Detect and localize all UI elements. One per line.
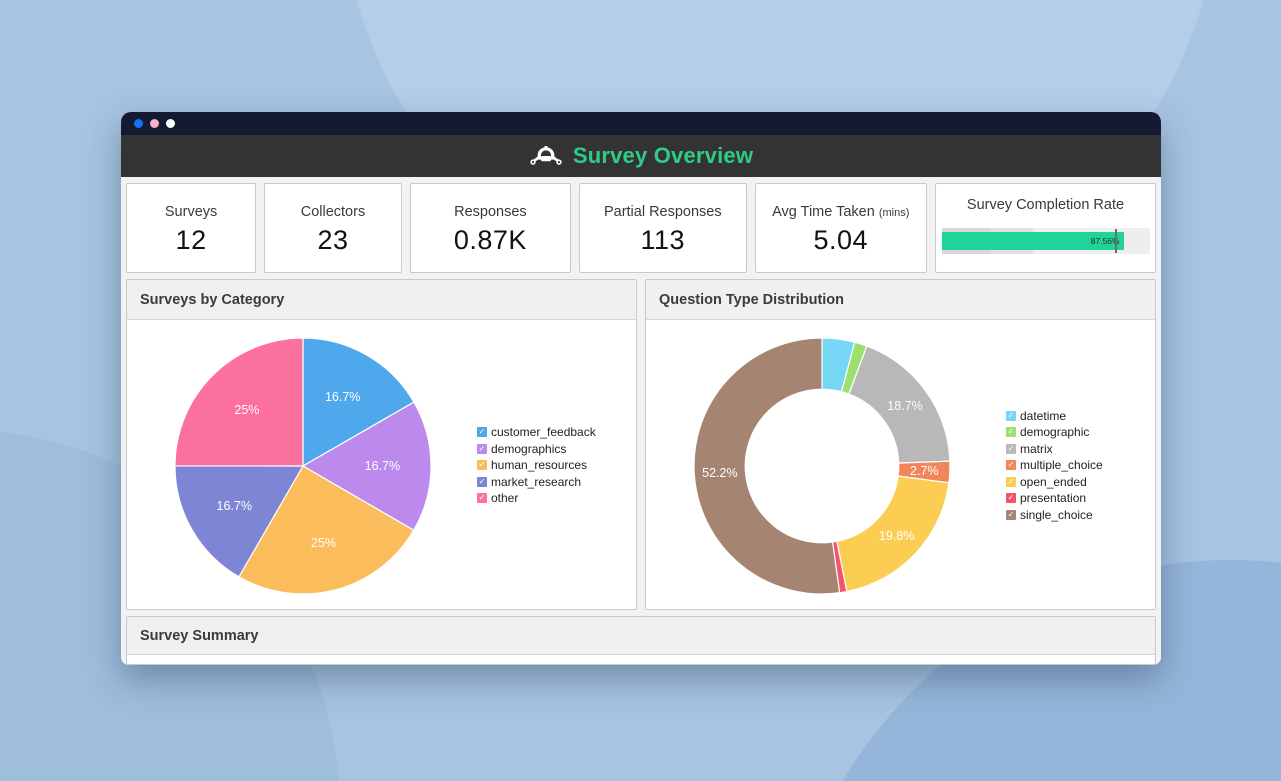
legend-checkbox-swatch-icon[interactable]: ✓ [1006,476,1016,487]
kpi-card-avg-time-taken[interactable]: Avg Time Taken (mins) 5.04 [754,183,927,273]
legend-item[interactable]: ✓ open_ended [1006,473,1103,490]
panel-title-question-type-distribution: Question Type Distribution [659,291,845,308]
legend-item-label: matrix [1020,441,1053,456]
app-header-bar: Survey Overview [121,135,1161,177]
kpi-label-avg-time-taken-text: Avg Time Taken [772,204,875,220]
pie-chart-surveys-by-category[interactable]: 16.7% 16.7% 25% 16.7% 25% [127,320,477,609]
legend-item[interactable]: ✓ market_research [477,473,596,490]
legend-item-label: market_research [491,474,582,489]
kpi-card-surveys[interactable]: Surveys 12 [126,183,257,273]
legend-item[interactable]: ✓ datetime [1006,407,1103,424]
legend-item-label: presentation [1020,491,1087,505]
kpi-card-collectors[interactable]: Collectors 23 [264,183,402,273]
legend-item[interactable]: ✓ demographics [477,440,596,457]
legend-checkbox-swatch-icon[interactable]: ✓ [1006,493,1016,503]
legend-item-label: human_resources [491,458,588,472]
panel-header-surveys-by-category: Surveys by Category [127,280,636,320]
window-control-close-dot[interactable] [134,119,143,128]
chart-panels-row: Surveys by Category 16.7% 16.7% 25% 16.7% 25… [126,279,1156,610]
legend-checkbox-swatch-icon[interactable]: ✓ [477,493,487,503]
legend-checkbox-swatch-icon[interactable]: ✓ [1006,410,1016,421]
legend-checkbox-swatch-icon[interactable]: ✓ [1006,427,1016,437]
kpi-value-collectors: 23 [317,225,349,255]
legend-surveys-by-category: ✓ customer_feedback ✓ demographics ✓ human_re… [477,424,596,507]
window-control-maximize-dot[interactable] [166,119,175,128]
pie-slice[interactable] [836,475,950,593]
panel-body-question-type-distribution: 18.7% 2.7% 19.8% 52.2% ✓ datetime ✓ demographi… [646,320,1155,609]
kpi-label-partial-responses: Partial Responses [603,204,722,220]
legend-item[interactable]: ✓ matrix [1006,440,1103,457]
legend-item-label: customer_feedback [491,425,596,439]
kpi-label-avg-time-taken: Avg Time Taken (mins) [772,204,909,220]
kpi-row: Surveys 12 Collectors 23 Responses 0.87K… [126,183,1156,273]
dashboard-content: Surveys 12 Collectors 23 Responses 0.87K… [121,177,1161,665]
bullet-measure-bar: 87.56% [941,232,1124,250]
legend-checkbox-swatch-icon[interactable]: ✓ [477,460,487,470]
kpi-label-responses: Responses [454,204,527,220]
donut-chart-question-type-distribution[interactable]: 18.7% 2.7% 19.8% 52.2% [646,320,1006,609]
kpi-card-responses[interactable]: Responses 0.87K [409,183,572,273]
completion-rate-value: 87.56% [1090,236,1120,246]
legend-item[interactable]: ✓ human_resources [477,457,596,474]
legend-checkbox-swatch-icon[interactable]: ✓ [1006,509,1016,520]
legend-item[interactable]: ✓ single_choice [1006,506,1103,523]
legend-item-label: other [491,491,519,505]
panel-header-survey-summary: Survey Summary [127,617,1155,655]
legend-checkbox-swatch-icon[interactable]: ✓ [477,443,487,454]
robot-logo-icon [529,145,563,167]
pie-slice[interactable] [174,337,304,467]
legend-item-label: demographic [1020,425,1090,439]
panel-surveys-by-category: Surveys by Category 16.7% 16.7% 25% 16.7% 25… [126,279,637,610]
kpi-value-surveys: 12 [175,225,207,255]
legend-item[interactable]: ✓ presentation [1006,490,1103,507]
pie-slice[interactable] [848,345,951,464]
kpi-card-partial-responses[interactable]: Partial Responses 113 [579,183,747,273]
legend-checkbox-swatch-icon[interactable]: ✓ [477,476,487,487]
panel-survey-summary: Survey Summary [126,616,1156,665]
legend-item-label: demographics [491,441,567,456]
legend-item-label: open_ended [1020,474,1087,489]
kpi-card-survey-completion-rate[interactable]: Survey Completion Rate 87.56% [935,183,1156,273]
legend-question-type-distribution: ✓ datetime ✓ demographic ✓ matrix ✓ multiple_ch… [1006,407,1103,523]
legend-checkbox-swatch-icon[interactable]: ✓ [1006,443,1016,454]
legend-item-label: single_choice [1020,507,1093,522]
kpi-label-surveys: Surveys [164,204,218,220]
panel-question-type-distribution: Question Type Distribution 18.7% 2.7% 19.8… [645,279,1156,610]
completion-rate-bullet-chart: 87.56% [941,228,1150,254]
legend-item[interactable]: ✓ demographic [1006,424,1103,441]
panel-title-survey-summary: Survey Summary [140,627,259,644]
legend-item[interactable]: ✓ customer_feedback [477,424,596,441]
kpi-label-avg-time-taken-unit: (mins) [878,207,910,219]
kpi-value-avg-time-taken: 5.04 [813,225,869,255]
kpi-label-survey-completion-rate: Survey Completion Rate [966,197,1125,213]
legend-checkbox-swatch-icon[interactable]: ✓ [477,427,487,437]
kpi-value-partial-responses: 113 [640,225,686,255]
pie-slice[interactable] [693,337,841,595]
legend-item-label: datetime [1020,408,1067,423]
bullet-target-marker [1114,229,1117,253]
kpi-label-collectors: Collectors [300,204,366,220]
panel-title-surveys-by-category: Surveys by Category [140,291,285,308]
kpi-value-responses: 0.87K [453,225,527,255]
panel-body-surveys-by-category: 16.7% 16.7% 25% 16.7% 25% ✓ customer_feedback… [127,320,636,609]
panel-header-question-type-distribution: Question Type Distribution [646,280,1155,320]
window-titlebar [121,112,1161,135]
legend-item-label: multiple_choice [1020,458,1103,472]
browser-window: Survey Overview Surveys 12 Collectors 23… [121,112,1161,665]
window-control-minimize-dot[interactable] [150,119,159,128]
legend-item[interactable]: ✓ other [477,490,596,507]
legend-checkbox-swatch-icon[interactable]: ✓ [1006,460,1016,470]
app-title: Survey Overview [572,143,754,168]
legend-item[interactable]: ✓ multiple_choice [1006,457,1103,474]
